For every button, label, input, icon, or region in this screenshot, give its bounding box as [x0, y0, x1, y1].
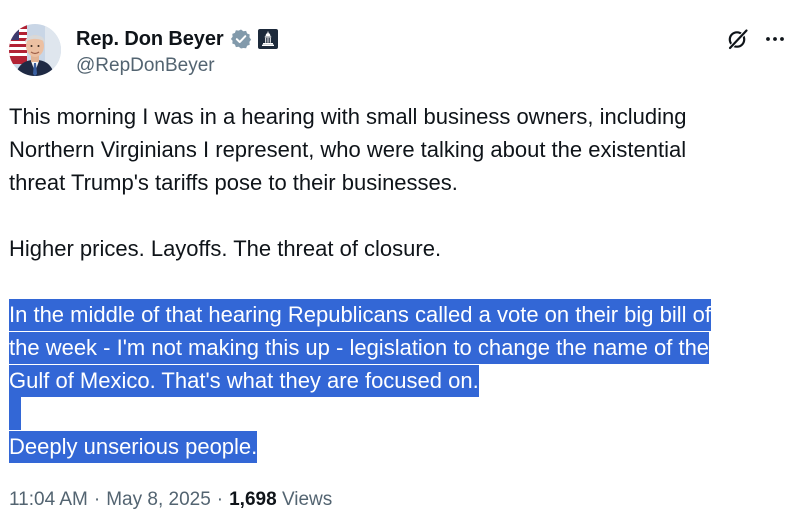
separator: · — [93, 489, 101, 510]
author-name-row: Rep. Don Beyer — [76, 26, 278, 52]
post-paragraph-2: Higher prices. Layoffs. The threat of cl… — [9, 236, 442, 261]
selected-text: Deeply unserious people. — [9, 431, 258, 463]
selected-text: Gulf of Mexico. That's what they are foc… — [9, 365, 479, 397]
post-line: threat Trump's tariffs pose to their bus… — [9, 170, 458, 195]
selected-line: Deeply unserious people. — [9, 430, 789, 463]
views-count: 1,698 — [229, 489, 277, 510]
government-badge-icon[interactable] — [257, 29, 278, 49]
post-metadata: 11:04 AM · May 8, 2025 · 1,698 Views — [9, 489, 332, 511]
selected-line: the week - I'm not making this up - legi… — [9, 331, 789, 364]
views-label: Views — [281, 489, 333, 510]
selected-line: In the middle of that hearing Republican… — [9, 298, 789, 331]
tweet-card: Rep. Don Beyer @RepDonBeyer This morning… — [0, 0, 799, 529]
verified-badge-icon[interactable] — [230, 28, 252, 50]
avatar[interactable] — [9, 24, 61, 76]
avatar-image — [9, 24, 61, 76]
selected-line: Gulf of Mexico. That's what they are foc… — [9, 364, 789, 397]
separator: · — [216, 489, 224, 510]
grok-icon[interactable] — [726, 27, 750, 51]
selected-text: the week - I'm not making this up - legi… — [9, 332, 710, 364]
author-handle[interactable]: @RepDonBeyer — [76, 55, 215, 77]
selected-empty-line — [9, 397, 789, 430]
post-date[interactable]: May 8, 2025 — [106, 489, 211, 511]
selection-newline-highlight — [9, 397, 21, 430]
views[interactable]: 1,698 Views — [229, 489, 332, 511]
more-options-icon[interactable] — [763, 27, 787, 51]
post-line: Northern Virginians I represent, who wer… — [9, 137, 687, 162]
tweet-text: This morning I was in a hearing with sma… — [9, 100, 789, 463]
post-time[interactable]: 11:04 AM — [9, 489, 88, 511]
selected-text: In the middle of that hearing Republican… — [9, 299, 711, 331]
post-line: This morning I was in a hearing with sma… — [9, 104, 687, 129]
author-display-name[interactable]: Rep. Don Beyer — [76, 28, 224, 51]
